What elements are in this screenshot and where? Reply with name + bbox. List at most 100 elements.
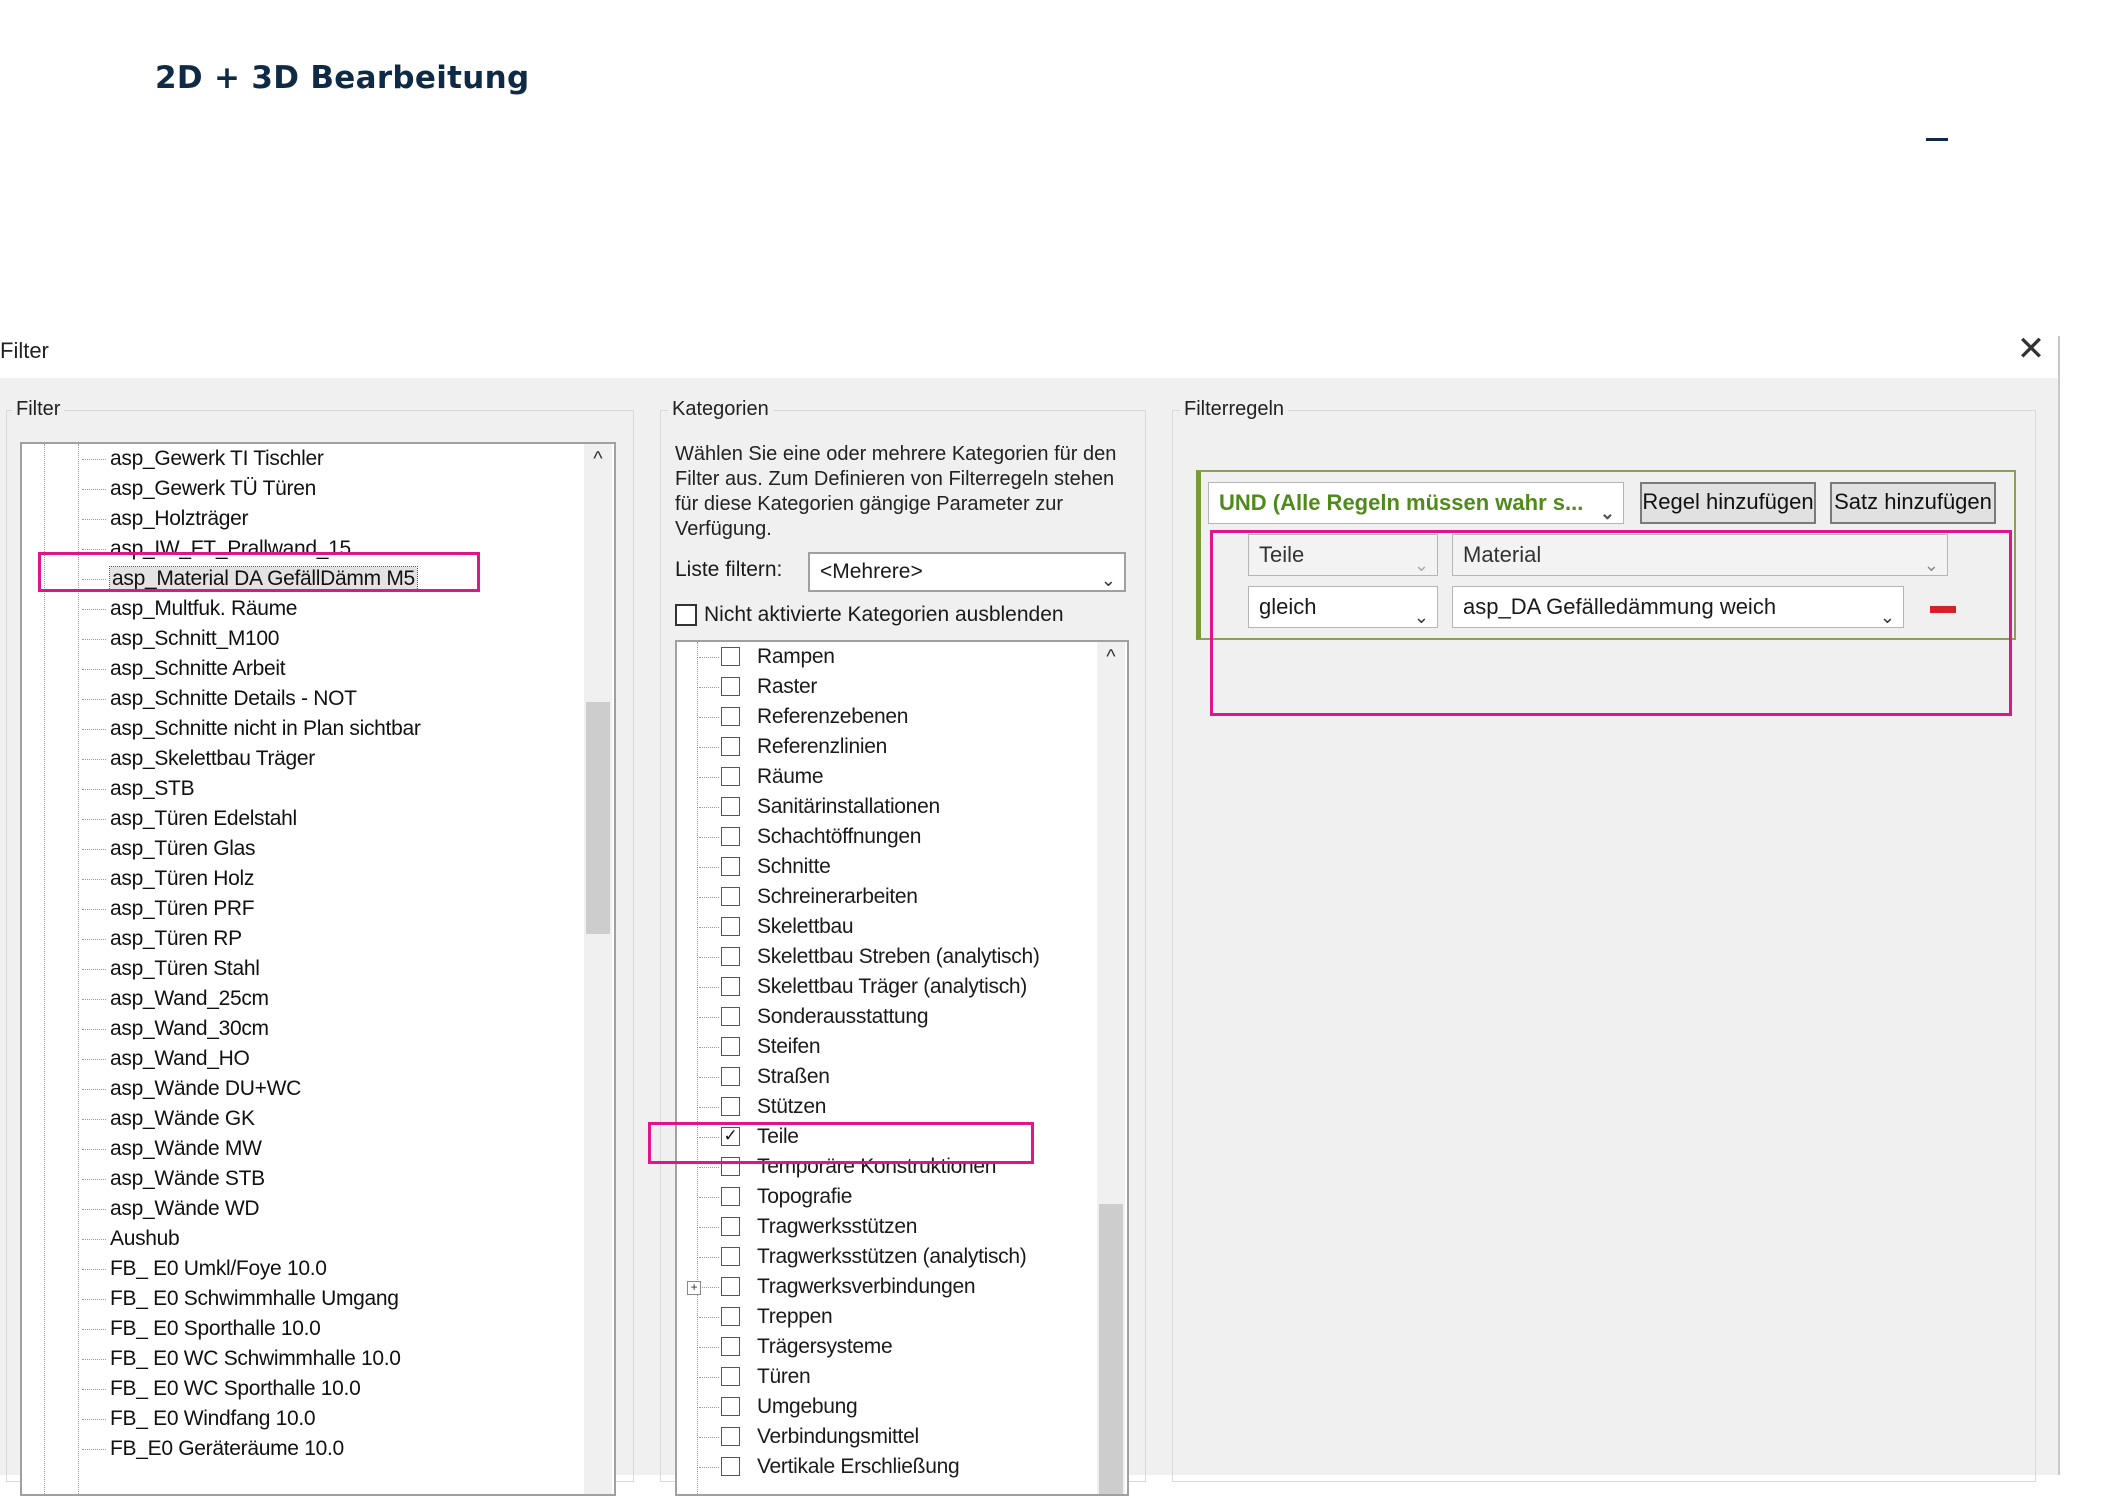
category-label: Stützen (757, 1095, 827, 1118)
filter-item[interactable]: asp_Türen Holz (82, 864, 255, 894)
filter-item-label: FB_ E0 WC Sporthalle 10.0 (110, 1377, 361, 1400)
add-rule-button[interactable]: Regel hinzufügen (1640, 482, 1816, 524)
filter-item-label: asp_Wände STB (110, 1167, 265, 1190)
filter-item[interactable]: asp_Türen Stahl (82, 954, 260, 984)
filter-item-label: asp_Wände WD (110, 1197, 260, 1220)
filter-item[interactable]: asp_STB (82, 774, 195, 804)
filter-item[interactable]: asp_Türen Glas (82, 834, 256, 864)
filter-item[interactable]: asp_Skelettbau Träger (82, 744, 316, 774)
filter-item[interactable]: asp_Wände WD (82, 1194, 260, 1224)
category-checkbox[interactable] (721, 1247, 740, 1266)
filter-item[interactable]: FB_E0 Geräteräume 10.0 (82, 1434, 344, 1464)
category-checkbox[interactable] (721, 827, 740, 846)
categories-list[interactable]: Rampen Raster Referenzebenen Referenzlinien… (675, 640, 1129, 1496)
category-label: Raster (757, 675, 818, 698)
hide-unchecked-label[interactable]: Nicht aktivierte Kategorien ausblenden (704, 603, 1064, 627)
filter-item-label: asp_Türen Glas (110, 837, 256, 860)
category-checkbox[interactable] (721, 1457, 740, 1476)
category-checkbox[interactable] (721, 797, 740, 816)
filter-list-scrollbar[interactable]: ^ (584, 444, 612, 1494)
category-label: Vertikale Erschließung (757, 1455, 960, 1478)
category-checkbox[interactable] (721, 1337, 740, 1356)
filter-item[interactable]: asp_Gewerk TÜ Türen (82, 474, 316, 504)
scroll-up-icon[interactable]: ^ (584, 448, 612, 472)
add-set-button[interactable]: Satz hinzufügen (1830, 482, 1996, 524)
filter-item[interactable]: FB_ E0 Sporthalle 10.0 (82, 1314, 321, 1344)
category-checkbox[interactable] (721, 917, 740, 936)
scroll-up-icon[interactable]: ^ (1097, 646, 1125, 670)
filter-item[interactable]: asp_Multfuk. Räume (82, 594, 298, 624)
category-checkbox[interactable] (721, 647, 740, 666)
chevron-down-icon: ⌄ (1100, 570, 1116, 590)
filter-item[interactable]: asp_Wand_25cm (82, 984, 269, 1014)
category-checkbox[interactable] (721, 977, 740, 996)
close-icon[interactable]: ✕ (2014, 332, 2048, 366)
filter-item[interactable]: asp_Wände MW (82, 1134, 262, 1164)
categories-list-scrollbar[interactable]: ^ (1097, 642, 1125, 1494)
expand-plus-icon[interactable]: + (687, 1281, 701, 1295)
filter-item[interactable]: asp_Wände STB (82, 1164, 265, 1194)
filter-item[interactable]: FB_ E0 WC Schwimmhalle 10.0 (82, 1344, 401, 1374)
logic-operator-select[interactable]: UND (Alle Regeln müssen wahr s... ⌄ (1208, 482, 1624, 524)
category-checkbox[interactable] (721, 1427, 740, 1446)
filter-item-label: asp_Türen RP (110, 927, 242, 950)
category-checkbox[interactable] (721, 737, 740, 756)
highlight-teile-category (648, 1122, 1034, 1164)
filter-item[interactable]: asp_Wand_HO (82, 1044, 250, 1074)
filter-item[interactable]: Aushub (82, 1224, 180, 1254)
category-checkbox[interactable] (721, 1307, 740, 1326)
hide-unchecked-checkbox[interactable] (675, 604, 697, 626)
filter-item-label: asp_Wand_HO (110, 1047, 250, 1070)
filter-item[interactable]: asp_Schnitte nicht in Plan sichtbar (82, 714, 421, 744)
category-label: Straßen (757, 1065, 830, 1088)
rules-group-label: Filterregeln (1180, 398, 1289, 421)
filter-item[interactable]: asp_Wände GK (82, 1104, 255, 1134)
category-label: Tragwerksverbindungen (757, 1275, 976, 1298)
dialog-title: Filter (0, 338, 49, 363)
filter-item[interactable]: asp_Schnitte Arbeit (82, 654, 286, 684)
category-checkbox[interactable] (721, 1187, 740, 1206)
category-label: Treppen (757, 1305, 833, 1328)
category-checkbox[interactable] (721, 677, 740, 696)
category-checkbox[interactable] (721, 947, 740, 966)
filter-item[interactable]: asp_Gewerk TI Tischler (82, 444, 324, 474)
filter-item[interactable]: FB_ E0 Schwimmhalle Umgang (82, 1284, 399, 1314)
category-checkbox[interactable] (721, 887, 740, 906)
filter-item-label: asp_Gewerk TI Tischler (110, 447, 324, 470)
filter-group-label: Filter (12, 398, 65, 421)
category-checkbox[interactable] (721, 767, 740, 786)
filter-item[interactable]: asp_Wand_30cm (82, 1014, 269, 1044)
categories-description-line: für diese Kategorien gängige Parameter z… (675, 493, 1064, 515)
filter-item-label: asp_Gewerk TÜ Türen (110, 477, 316, 500)
filter-item[interactable]: FB_ E0 WC Sporthalle 10.0 (82, 1374, 361, 1404)
filter-item[interactable]: asp_Türen PRF (82, 894, 255, 924)
filter-item-label: FB_ E0 WC Schwimmhalle 10.0 (110, 1347, 401, 1370)
category-checkbox[interactable] (721, 1397, 740, 1416)
filter-item[interactable]: asp_Schnitt_M100 (82, 624, 279, 654)
filter-item-label: asp_Wand_30cm (110, 1017, 269, 1040)
filter-item-label: asp_Skelettbau Träger (110, 747, 316, 770)
category-checkbox[interactable] (721, 1097, 740, 1116)
category-checkbox[interactable] (721, 707, 740, 726)
category-checkbox[interactable] (721, 1007, 740, 1026)
categories-list-scroll-thumb[interactable] (1099, 1204, 1123, 1494)
filter-item[interactable]: asp_Schnitte Details - NOT (82, 684, 357, 714)
filter-list[interactable]: ^ asp_Gewerk TI Tischler asp_Gewerk TÜ Tü… (20, 442, 616, 1496)
list-filter-label: Liste filtern: (675, 558, 783, 581)
filter-item-label: asp_Türen Holz (110, 867, 255, 890)
list-filter-select[interactable]: <Mehrere> ⌄ (808, 552, 1126, 592)
categories-group-label: Kategorien (668, 398, 773, 421)
filter-item[interactable]: asp_Türen RP (82, 924, 242, 954)
category-checkbox[interactable] (721, 1067, 740, 1086)
category-checkbox[interactable] (721, 1277, 740, 1296)
filter-item[interactable]: asp_Holzträger (82, 504, 249, 534)
filter-item[interactable]: FB_ E0 Umkl/Foye 10.0 (82, 1254, 327, 1284)
filter-item[interactable]: asp_Türen Edelstahl (82, 804, 297, 834)
category-checkbox[interactable] (721, 857, 740, 876)
category-checkbox[interactable] (721, 1217, 740, 1236)
filter-item[interactable]: FB_ E0 Windfang 10.0 (82, 1404, 316, 1434)
category-checkbox[interactable] (721, 1037, 740, 1056)
filter-list-scroll-thumb[interactable] (586, 702, 610, 934)
filter-item[interactable]: asp_Wände DU+WC (82, 1074, 301, 1104)
category-checkbox[interactable] (721, 1367, 740, 1386)
